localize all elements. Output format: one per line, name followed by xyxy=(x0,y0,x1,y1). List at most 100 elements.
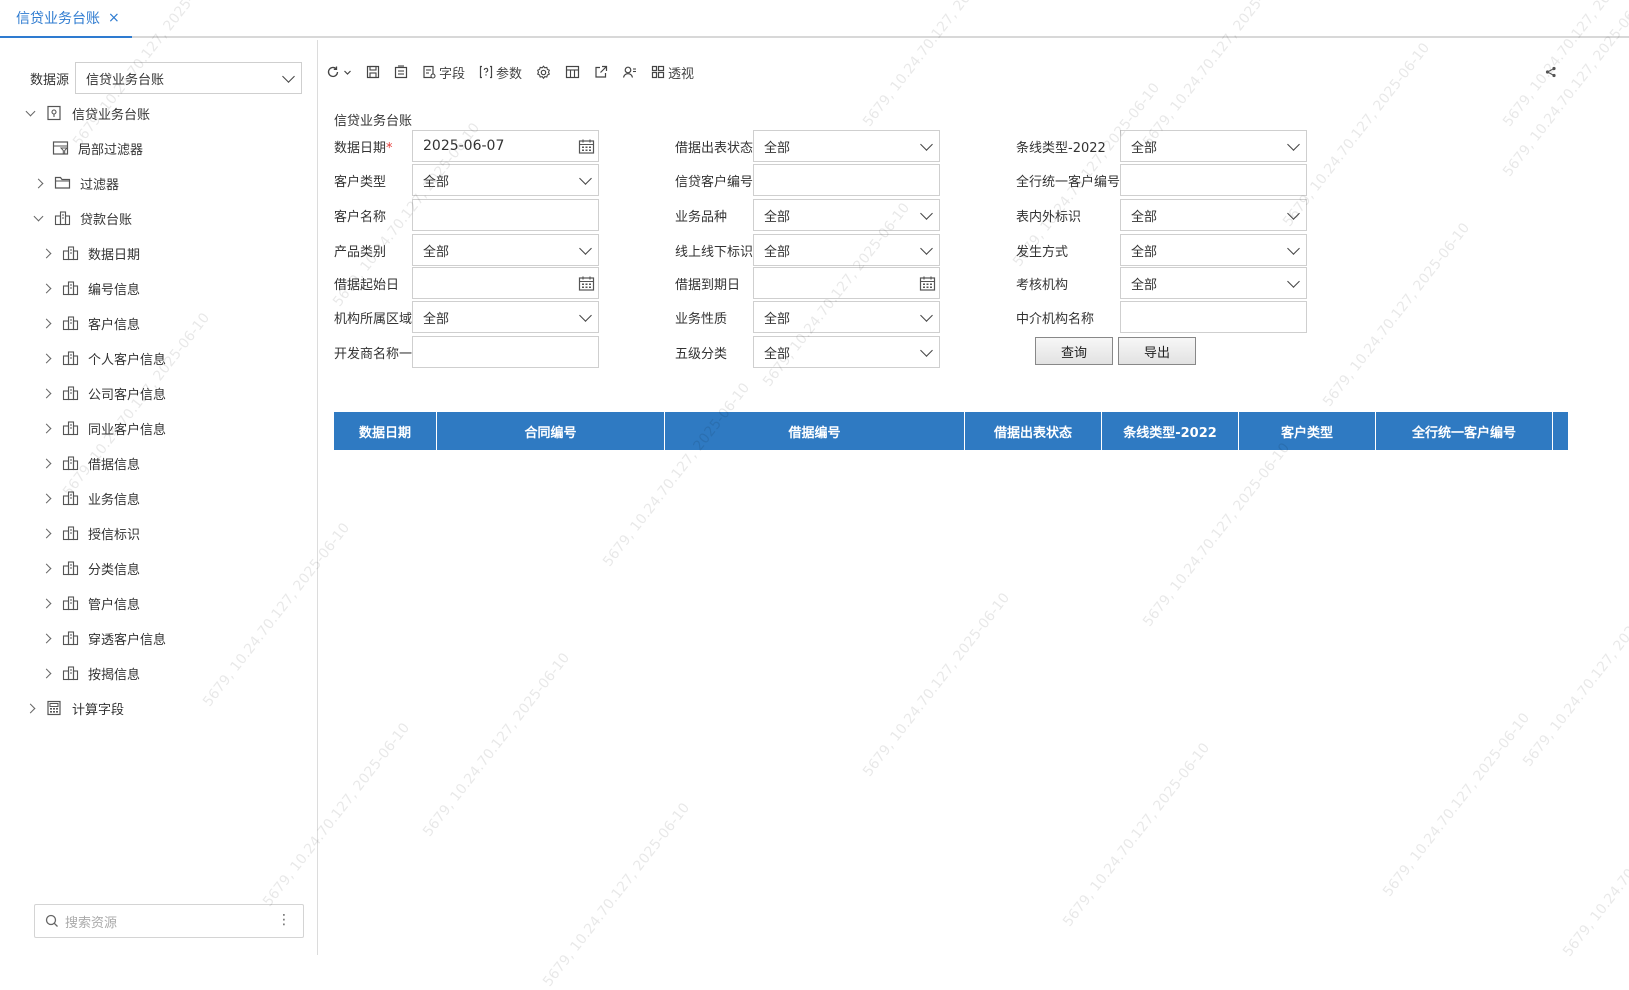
text-input[interactable] xyxy=(753,164,940,196)
tab-title: 信贷业务台账 xyxy=(16,11,100,27)
chevron-right-icon[interactable] xyxy=(40,317,52,329)
filter-select[interactable]: 全部 xyxy=(412,301,599,333)
tree-node[interactable]: 数据日期 xyxy=(40,242,140,264)
chevron-right-icon[interactable] xyxy=(40,247,52,259)
date-input[interactable]: 2025-06-07 xyxy=(412,130,599,162)
layout-button[interactable] xyxy=(565,65,580,79)
tree-node[interactable]: 分类信息 xyxy=(40,557,140,579)
chevron-right-icon[interactable] xyxy=(40,387,52,399)
chevron-right-icon[interactable] xyxy=(24,702,36,714)
filter-select[interactable]: 全部 xyxy=(753,199,940,231)
chevron-down-icon[interactable] xyxy=(32,212,44,224)
column-header[interactable]: 合同编号 xyxy=(437,412,665,450)
tree-node[interactable]: 业务信息 xyxy=(40,487,140,509)
text-input[interactable] xyxy=(1120,301,1307,333)
pivot-button[interactable]: 透视 xyxy=(651,63,694,82)
column-header[interactable]: 数据日期 xyxy=(334,412,437,450)
chevron-right-icon[interactable] xyxy=(40,492,52,504)
column-header[interactable]: 借据出表状态 xyxy=(965,412,1102,450)
report-title: 信贷业务台账 xyxy=(334,114,413,129)
table-group-icon xyxy=(62,420,80,436)
tree-node[interactable]: 客户信息 xyxy=(40,312,140,334)
filter-select[interactable]: 全部 xyxy=(753,336,940,368)
tree-node[interactable]: 信贷业务台账 xyxy=(24,102,150,124)
user-button[interactable] xyxy=(622,65,637,79)
chevron-right-icon[interactable] xyxy=(40,282,52,294)
filter-select[interactable]: 全部 xyxy=(412,234,599,266)
tab-credit-ledger[interactable]: 信贷业务台账 × xyxy=(0,0,132,38)
tree-node-label: 授信标识 xyxy=(88,527,141,543)
calendar-icon[interactable] xyxy=(919,275,936,296)
tree-node[interactable]: 按揭信息 xyxy=(40,662,140,684)
field-label: 借据到期日 xyxy=(675,274,740,293)
chevron-right-icon[interactable] xyxy=(40,632,52,644)
chevron-right-icon[interactable] xyxy=(40,562,52,574)
select-value: 全部 xyxy=(764,209,791,225)
settings-button[interactable] xyxy=(536,64,551,80)
filter-select[interactable]: 全部 xyxy=(1120,267,1307,299)
chevron-right-icon[interactable] xyxy=(40,352,52,364)
tree-node-label: 管户信息 xyxy=(88,597,141,613)
chevron-right-icon[interactable] xyxy=(32,177,44,189)
column-header[interactable]: 借据编号 xyxy=(665,412,965,450)
save-button[interactable] xyxy=(366,65,380,79)
chevron-down-icon[interactable] xyxy=(24,107,36,119)
chevron-right-icon[interactable] xyxy=(40,597,52,609)
chevron-right-icon[interactable] xyxy=(40,422,52,434)
filter-select[interactable]: 全部 xyxy=(1120,234,1307,266)
datasource-select[interactable]: 信贷业务台账 xyxy=(75,62,303,94)
tree-node-label: 数据日期 xyxy=(88,247,141,263)
calendar-icon[interactable] xyxy=(578,138,595,159)
field-label-text: 借据起始日 xyxy=(334,278,400,293)
date-input[interactable] xyxy=(412,267,599,299)
tree-node[interactable]: 计算字段 xyxy=(24,697,124,719)
filter-select[interactable]: 全部 xyxy=(1120,130,1307,162)
table-group-icon xyxy=(62,350,80,366)
more-options-icon[interactable]: ⋮ xyxy=(277,913,291,927)
export-button[interactable]: 导出 xyxy=(1118,337,1196,365)
chevron-right-icon[interactable] xyxy=(40,457,52,469)
close-icon[interactable]: × xyxy=(108,10,120,26)
text-input[interactable] xyxy=(1120,164,1307,196)
table-group-icon xyxy=(62,560,80,576)
filter-select[interactable]: 全部 xyxy=(1120,199,1307,231)
text-input[interactable] xyxy=(412,336,599,368)
layout-icon xyxy=(565,65,580,79)
save-as-button[interactable] xyxy=(394,65,408,79)
pivot-label: 透视 xyxy=(668,66,695,82)
tree-node[interactable]: 同业客户信息 xyxy=(40,417,166,439)
filter-select[interactable]: 全部 xyxy=(412,164,599,196)
resource-search[interactable]: 搜索资源 ⋮ xyxy=(34,904,304,938)
text-input[interactable] xyxy=(412,199,599,231)
calendar-icon[interactable] xyxy=(578,275,595,296)
chevron-down-icon xyxy=(282,70,295,83)
tree-node[interactable]: 局部过滤器 xyxy=(52,137,143,159)
column-header[interactable]: 全行统一客户编号 xyxy=(1376,412,1553,450)
share-icon[interactable] xyxy=(1545,66,1557,78)
tree-node[interactable]: 管户信息 xyxy=(40,592,140,614)
column-header[interactable]: 条线类型-2022 xyxy=(1102,412,1239,450)
table-group-icon xyxy=(54,210,72,226)
filter-select[interactable]: 全部 xyxy=(753,234,940,266)
open-external-button[interactable] xyxy=(594,65,608,79)
tree-node[interactable]: 个人客户信息 xyxy=(40,347,166,369)
field-button[interactable]: 字段 xyxy=(422,63,465,82)
tree-node[interactable]: 借据信息 xyxy=(40,452,140,474)
filter-select[interactable]: 全部 xyxy=(753,301,940,333)
date-input[interactable] xyxy=(753,267,940,299)
tree-node[interactable]: 贷款台账 xyxy=(32,207,132,229)
tree-node[interactable]: 编号信息 xyxy=(40,277,140,299)
tree-node[interactable]: 过滤器 xyxy=(32,172,119,194)
param-button[interactable]: 参数 xyxy=(479,63,522,82)
query-button[interactable]: 查询 xyxy=(1035,337,1113,365)
tree-node[interactable]: 公司客户信息 xyxy=(40,382,166,404)
field-label: 借据出表状态 xyxy=(675,137,753,156)
chevron-right-icon[interactable] xyxy=(40,527,52,539)
tree-node[interactable]: 授信标识 xyxy=(40,522,140,544)
column-header[interactable]: 客户类型 xyxy=(1239,412,1376,450)
filter-select[interactable]: 全部 xyxy=(753,130,940,162)
tree-node[interactable]: 穿透客户信息 xyxy=(40,627,166,649)
refresh-button[interactable] xyxy=(326,65,352,79)
external-link-icon xyxy=(595,65,608,78)
chevron-right-icon[interactable] xyxy=(40,667,52,679)
